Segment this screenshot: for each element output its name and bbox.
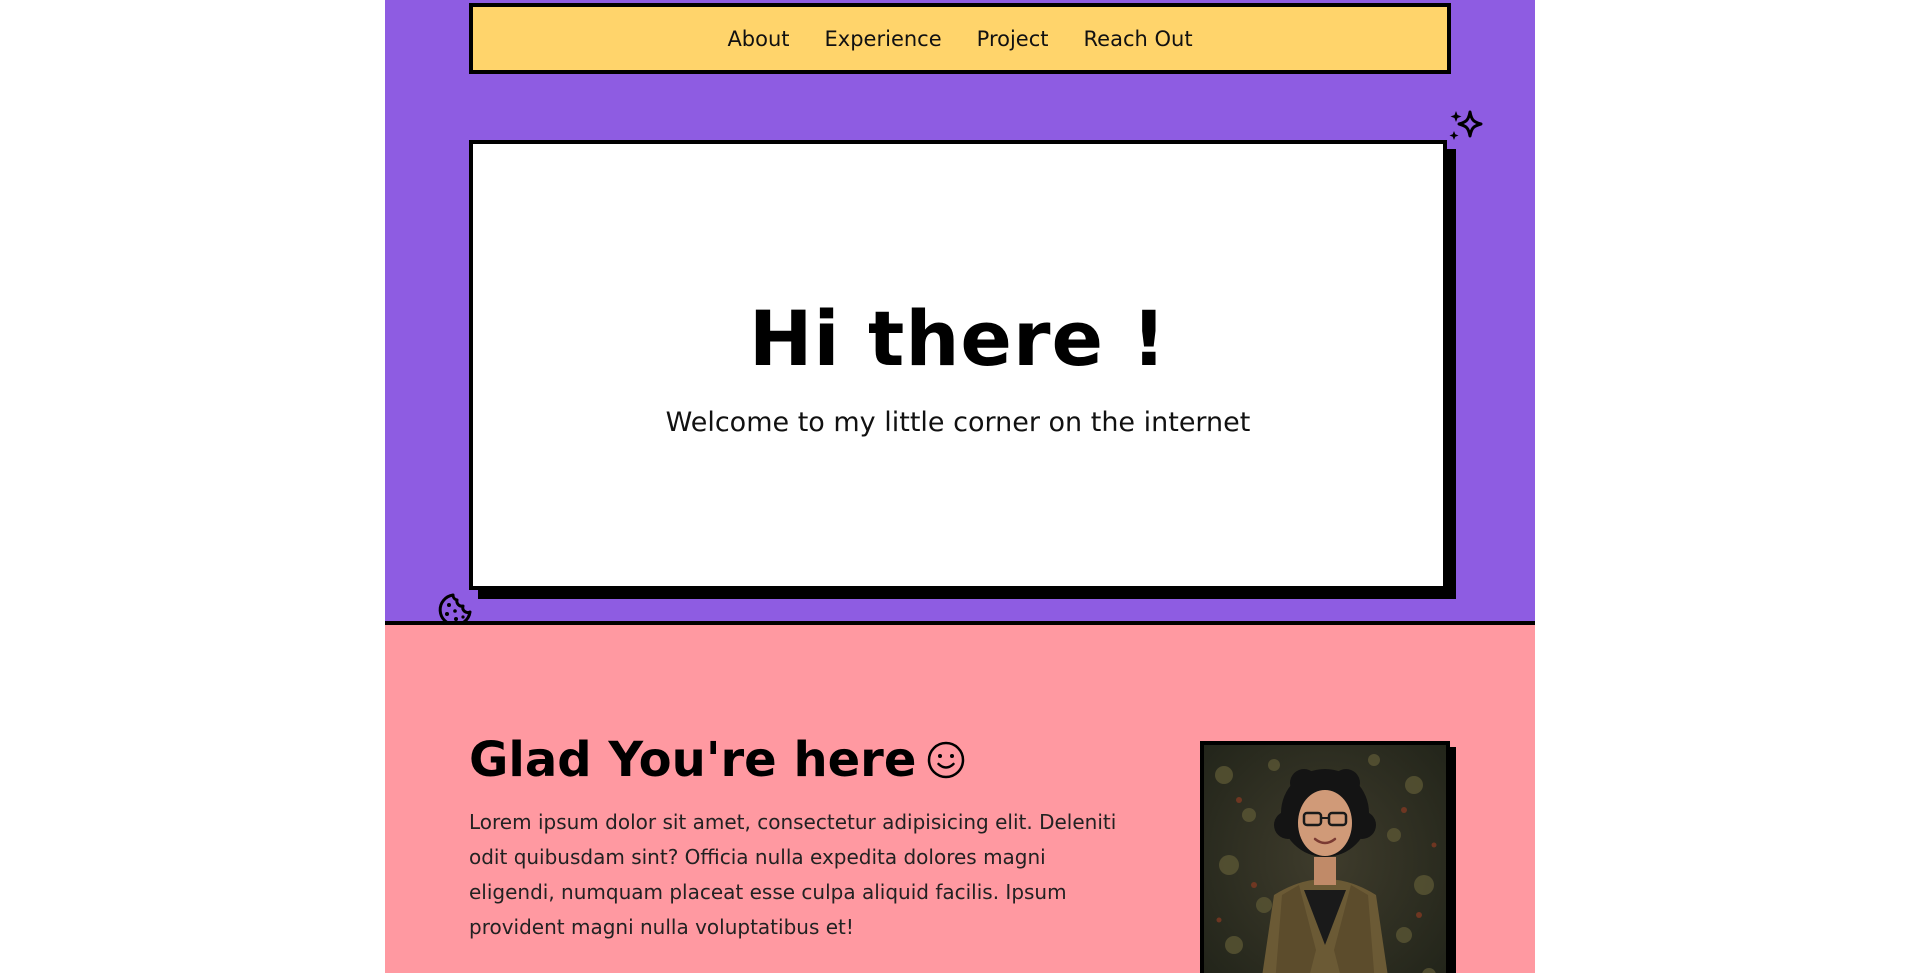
about-heading: Glad You're here [469, 736, 966, 784]
nav-link-reach-out[interactable]: Reach Out [1084, 27, 1193, 51]
hero-section: About Experience Project Reach Out Hi th… [385, 0, 1535, 627]
top-navbar: About Experience Project Reach Out [469, 3, 1451, 74]
hero-card: Hi there ! Welcome to my little corner o… [469, 140, 1447, 590]
profile-photo [1200, 741, 1450, 973]
about-section: Glad You're here Lorem ipsum dolor sit a… [385, 625, 1535, 973]
sparkle-icon [1449, 110, 1483, 140]
nav-link-experience[interactable]: Experience [825, 27, 942, 51]
nav-link-about[interactable]: About [727, 27, 789, 51]
page: About Experience Project Reach Out Hi th… [385, 0, 1535, 973]
nav-link-project[interactable]: Project [977, 27, 1049, 51]
smile-icon [928, 741, 965, 779]
cookie-icon [438, 593, 472, 627]
about-paragraph: Lorem ipsum dolor sit amet, consectetur … [469, 810, 1117, 939]
hero-subtitle: Welcome to my little corner on the inter… [665, 407, 1251, 438]
about-heading-text: Glad You're here [469, 732, 917, 788]
profile-photo-illustration [1204, 745, 1446, 973]
hero-title: Hi there ! [748, 294, 1168, 383]
